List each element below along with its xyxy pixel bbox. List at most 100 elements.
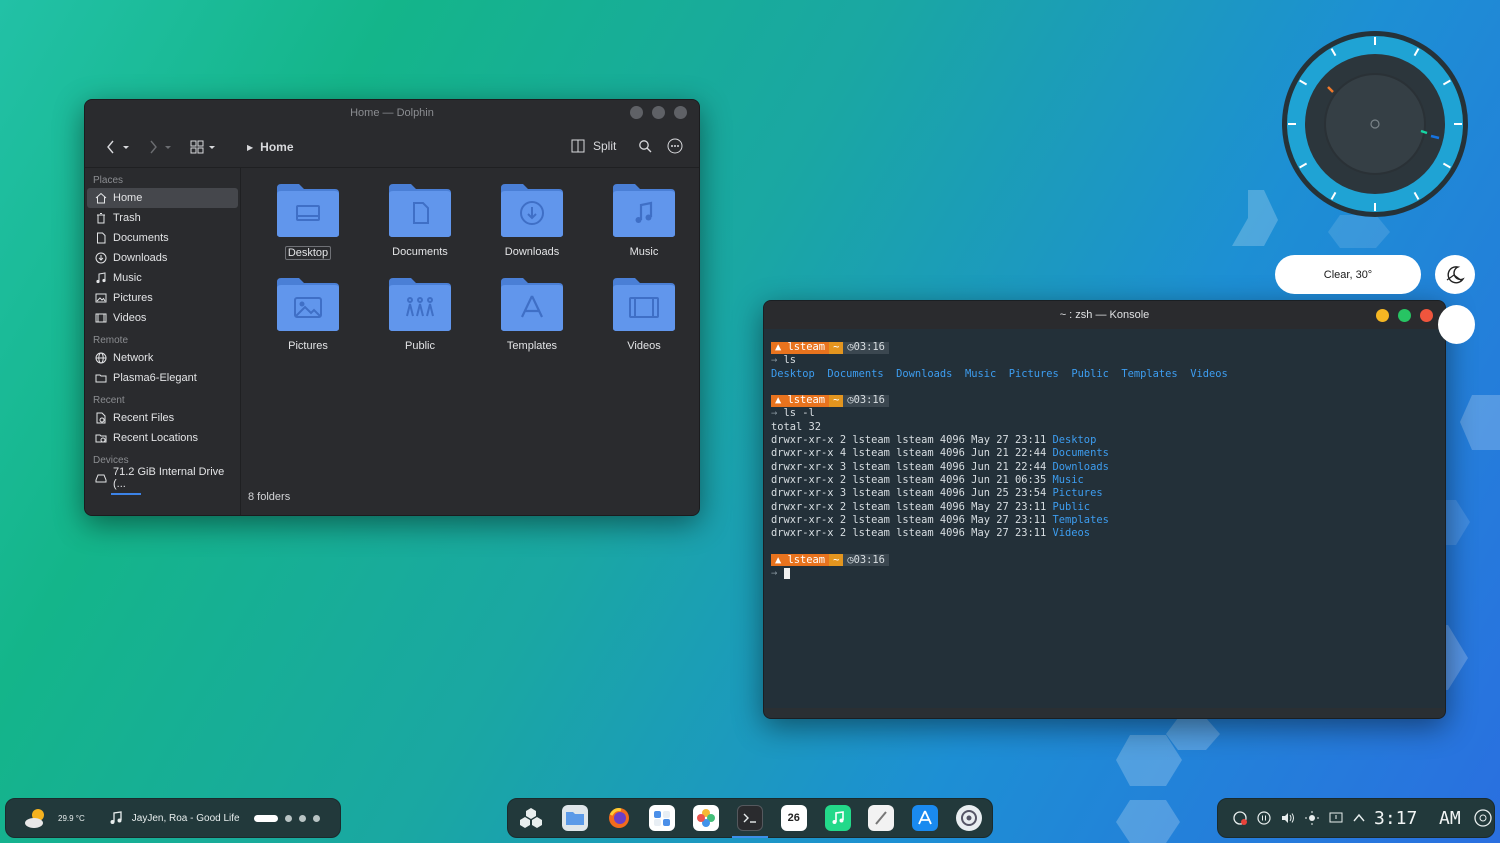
sidebar-item-documents[interactable]: Documents: [87, 228, 238, 248]
system-tray: 3:17 AM: [1217, 798, 1495, 838]
desktop-pager[interactable]: [253, 814, 320, 822]
breadcrumb[interactable]: ▶ Home: [247, 140, 294, 154]
appstore-icon[interactable]: [912, 805, 939, 831]
sidebar-item-music[interactable]: Music: [87, 268, 238, 288]
left-panel: 29.9 °C JayJen, Roa - Good Life: [5, 798, 341, 838]
ls-total: total 32: [771, 420, 822, 433]
sidebar-item-label: Home: [113, 192, 143, 204]
recent-files-icon: [96, 412, 106, 424]
konsole-titlebar[interactable]: ~ : zsh — Konsole: [764, 301, 1445, 329]
document-icon: [97, 232, 106, 244]
ls-row: drwxr-xr-x 4 lsteam lsteam 4096 Jun 21 2…: [771, 447, 1109, 460]
photos-icon[interactable]: [693, 805, 720, 831]
store-icon[interactable]: [649, 805, 676, 831]
maximize-button[interactable]: [652, 106, 665, 119]
split-button[interactable]: Split: [571, 139, 616, 153]
pager-active-desktop[interactable]: [253, 814, 278, 822]
prompt-time: ◷ 03:16: [843, 554, 889, 567]
forward-button[interactable]: [147, 139, 173, 155]
folder-videos[interactable]: Videos: [588, 276, 699, 352]
ls-output: Desktop Documents Downloads Music Pictur…: [771, 367, 1228, 380]
drive-icon: [95, 474, 107, 483]
weather-pill[interactable]: Clear, 30°: [1275, 255, 1421, 294]
prompt-dir: ~: [829, 554, 844, 567]
trash-icon: [97, 213, 105, 224]
sidebar-item-label: 71.2 GiB Internal Drive (...: [113, 466, 225, 490]
folder-public[interactable]: Public: [364, 276, 476, 352]
music-icon[interactable]: [824, 805, 851, 831]
sidebar-item-pictures[interactable]: Pictures: [87, 288, 238, 308]
dolphin-titlebar[interactable]: Home — Dolphin: [85, 100, 699, 126]
power-settings-icon[interactable]: [1473, 808, 1493, 828]
folder-label: Templates: [506, 340, 558, 352]
chevron-up-icon[interactable]: [1352, 811, 1366, 825]
sidebar-item-recent-locations[interactable]: Recent Locations: [87, 428, 238, 448]
notifications-icon[interactable]: [1328, 810, 1344, 826]
sidebar-item-plasma6-elegant[interactable]: Plasma6-Elegant: [87, 368, 238, 388]
settings-icon[interactable]: [955, 805, 982, 831]
analog-clock-widget: [1282, 31, 1468, 217]
film-icon: [95, 313, 107, 323]
folder-icon: [95, 374, 107, 383]
notes-icon[interactable]: [868, 805, 895, 831]
back-button[interactable]: [105, 139, 131, 155]
volume-icon[interactable]: [1280, 810, 1296, 826]
status-bar: 8 folders: [248, 491, 291, 503]
weather-sun-cloud-icon[interactable]: [24, 805, 52, 831]
sidebar-item-home[interactable]: Home: [87, 188, 238, 208]
ls-row: drwxr-xr-x 3 lsteam lsteam 4096 Jun 25 2…: [771, 487, 1103, 500]
sidebar-item-downloads[interactable]: Downloads: [87, 248, 238, 268]
recent-locations-icon: [95, 434, 107, 443]
sidebar-item-trash[interactable]: Trash: [87, 208, 238, 228]
split-label: Split: [593, 139, 617, 153]
pager-desktop[interactable]: [298, 814, 306, 822]
konsole-scrollbar[interactable]: [764, 708, 1445, 718]
downloads-folder-icon: [501, 184, 563, 237]
sidebar-item-network[interactable]: Network: [87, 348, 238, 368]
input-line[interactable]: →: [771, 567, 1228, 580]
sidebar-item-videos[interactable]: Videos: [87, 308, 238, 328]
download-icon: [95, 252, 107, 264]
breadcrumb-home[interactable]: Home: [260, 140, 293, 154]
temperature: 29.9 °C: [58, 813, 85, 823]
folder-downloads[interactable]: Downloads: [476, 182, 588, 260]
search-button[interactable]: [638, 139, 652, 153]
files-icon[interactable]: [561, 805, 588, 831]
folder-pictures[interactable]: Pictures: [252, 276, 364, 352]
terminal-icon[interactable]: [731, 805, 768, 838]
firefox-icon[interactable]: [606, 805, 632, 831]
night-mode-button[interactable]: [1435, 255, 1475, 294]
konsole-window-title: ~ : zsh — Konsole: [1059, 309, 1150, 321]
pager-desktop[interactable]: [284, 814, 292, 822]
sidebar-item-recent-files[interactable]: Recent Files: [87, 408, 238, 428]
minimize-button[interactable]: [1376, 309, 1389, 322]
folder-label: Documents: [392, 246, 448, 258]
clock-time[interactable]: 3:17 AM: [1374, 808, 1461, 829]
sidebar-item-label: Trash: [113, 212, 141, 224]
widget-button[interactable]: [1438, 305, 1475, 344]
pager-desktop[interactable]: [312, 814, 320, 822]
menu-button[interactable]: [667, 138, 683, 154]
folder-label: Downloads: [504, 246, 560, 258]
folder-desktop[interactable]: Desktop: [252, 182, 364, 260]
calendar-day: 26: [787, 812, 800, 824]
update-icon[interactable]: [1232, 810, 1248, 826]
folder-templates[interactable]: Templates: [476, 276, 588, 352]
close-button[interactable]: [1420, 309, 1433, 322]
dock: 26: [507, 798, 993, 838]
sidebar-item-internal-drive[interactable]: 71.2 GiB Internal Drive (...: [87, 466, 238, 490]
more-options-icon: [667, 138, 683, 154]
now-playing[interactable]: JayJen, Roa - Good Life: [132, 813, 240, 824]
view-mode-button[interactable]: [190, 139, 218, 155]
minimize-button[interactable]: [630, 106, 643, 119]
close-button[interactable]: [674, 106, 687, 119]
sidebar-item-label: Recent Locations: [113, 432, 198, 444]
plasma-icon[interactable]: [518, 805, 544, 831]
calendar-icon[interactable]: 26: [780, 805, 807, 831]
pause-icon[interactable]: [1256, 810, 1272, 826]
folder-music[interactable]: Music: [588, 182, 699, 260]
folder-documents[interactable]: Documents: [364, 182, 476, 260]
maximize-button[interactable]: [1398, 309, 1411, 322]
terminal-output[interactable]: ▲ lsteam ~ ◷ 03:16 → ls Desktop Documents Dow…: [771, 341, 1228, 580]
brightness-icon[interactable]: [1304, 810, 1320, 826]
